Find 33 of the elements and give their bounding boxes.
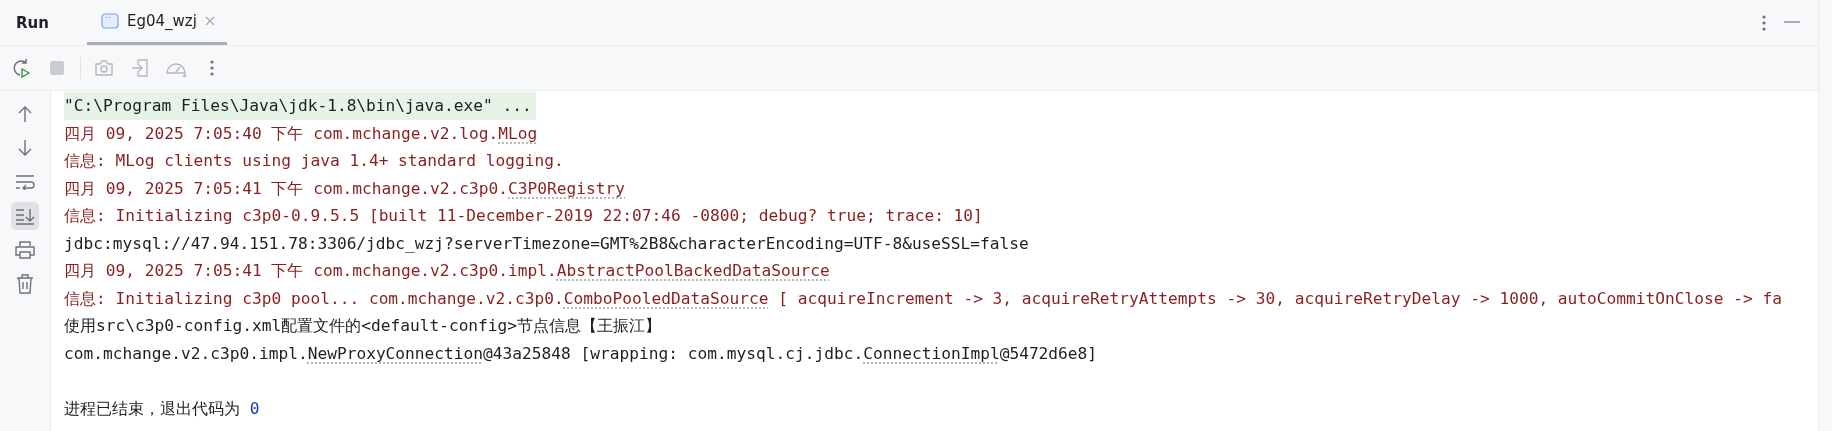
enter-icon [130, 58, 150, 78]
close-icon [204, 16, 215, 26]
soft-wrap-icon [15, 174, 35, 190]
console-line: 进程已结束，退出代码为 0 [64, 397, 260, 420]
class-link[interactable]: MLog [498, 123, 538, 143]
console-line: 信息: Initializing c3p0 pool... com.mchange.v2.c3p0.ComboPooledDataSource [ acquireIncrement -> 3, acquireRetryAttempts -> 30, acquireRetryDelay -> 1000, autoCommitOnClose -> fa [64, 287, 1783, 310]
console-line: jdbc:mysql://47.94.151.78:3306/jdbc_wzj?serverTimezone=GMT%2B8&characterEncoding=UTF-8&useSSL=false [64, 232, 1029, 255]
tool-window-title: Run [16, 13, 49, 32]
console-line: 四月 09, 2025 7:05:41 下午 com.mchange.v2.c3p0.impl.AbstractPoolBackedDataSource [64, 260, 830, 282]
class-link[interactable]: NewProxyConnection [307, 343, 484, 363]
arrow-down-icon [17, 139, 33, 157]
console-line: 信息: MLog clients using java 1.4+ standard logging. [64, 150, 564, 172]
arrow-up-icon [17, 105, 33, 123]
gutter-button[interactable] [11, 202, 39, 230]
console-line: 四月 09, 2025 7:05:40 下午 com.mchange.v2.log.MLog [64, 122, 538, 145]
class-link[interactable]: ConnectionImpl [863, 343, 1000, 363]
stop-icon [49, 60, 65, 76]
more-icon [210, 60, 214, 76]
more-icon[interactable] [1762, 14, 1766, 31]
class-link[interactable]: ComboPooledDataSource [563, 288, 769, 308]
minimize-icon[interactable] [1784, 21, 1800, 24]
rerun-icon [11, 58, 31, 78]
scroll-to-end-icon [15, 207, 35, 225]
console-line: 使用src\c3p0-config.xml配置文件的<default-config>节点信息【王振江】 [64, 315, 662, 337]
class-link[interactable]: AbstractPoolBackedDataSource [556, 261, 830, 280]
class-link[interactable]: C3P0Registry [508, 178, 626, 198]
console-line: com.mchange.v2.c3p0.impl.NewProxyConnection@43a25848 [wrapping: com.mysql.cj.jdbc.ConnectionImpl@5472d6e8] [64, 342, 1098, 365]
trash-icon [16, 274, 34, 294]
window-icon [100, 13, 119, 29]
console-line: 四月 09, 2025 7:05:41 下午 com.mchange.v2.c3p0.C3P0Registry [64, 177, 626, 200]
camera-icon [94, 59, 114, 77]
console-line: 信息: Initializing c3p0-0.9.5.5 [built 11-December-2019 22:07:46 -0800; debug? true; trace: 10] [64, 205, 983, 227]
printer-icon [15, 241, 35, 259]
